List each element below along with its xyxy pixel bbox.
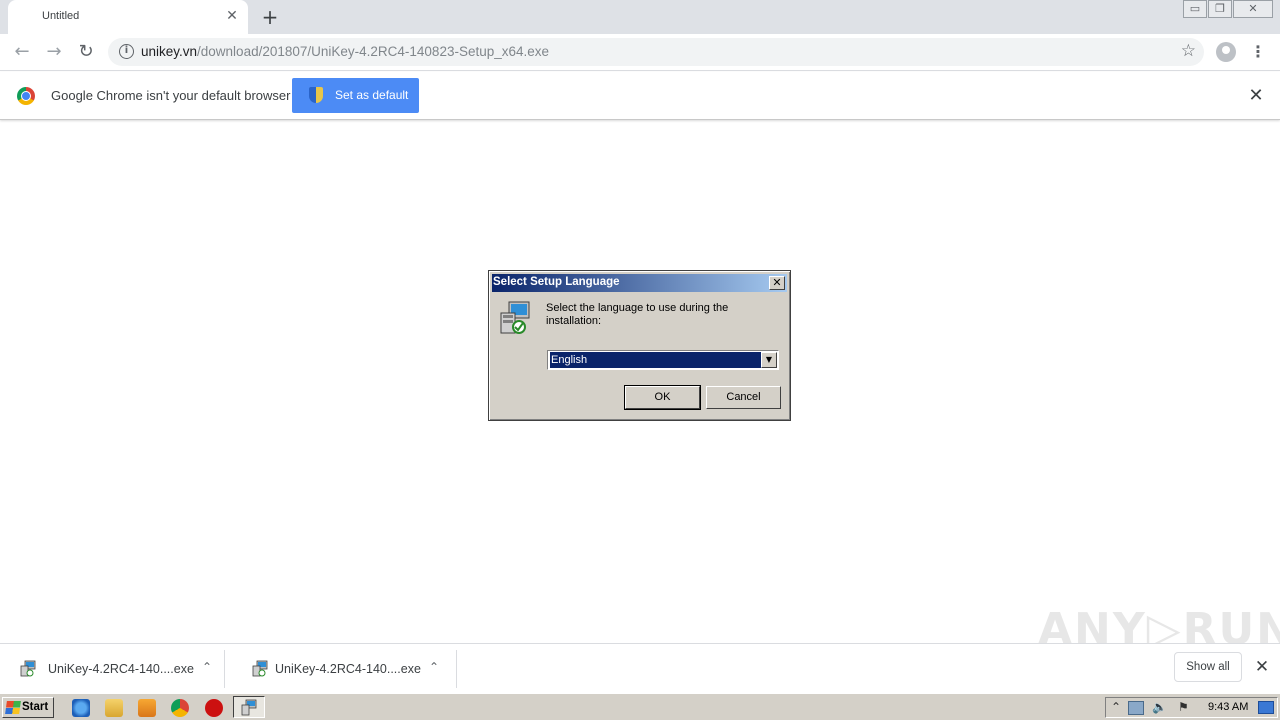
chrome-logo-icon (17, 87, 35, 105)
chrome-taskbar-icon[interactable] (171, 699, 189, 717)
address-bar[interactable]: i unikey.vn/download/201807/UniKey-4.2RC… (108, 38, 1204, 66)
tab-close-icon[interactable]: ✕ (224, 8, 240, 24)
opera-icon[interactable] (205, 699, 223, 717)
clock[interactable]: 9:43 AM (1208, 701, 1248, 713)
tab-strip: Untitled ✕ + ▭ ❐ ✕ (0, 0, 1280, 34)
download-filename: UniKey-4.2RC4-140....exe (275, 662, 421, 676)
tab-untitled[interactable]: Untitled ✕ (8, 0, 248, 34)
new-tab-plus-icon[interactable]: + (258, 5, 282, 29)
default-browser-infobar: Google Chrome isn't your default browser… (0, 72, 1280, 120)
uac-shield-icon (309, 87, 323, 103)
installer-file-icon (252, 660, 268, 677)
language-selected-value: English (550, 352, 761, 368)
site-info-icon[interactable]: i (119, 44, 134, 59)
tray-expand-icon[interactable]: ⌃ (1111, 700, 1121, 714)
url-path: /download/201807/UniKey-4.2RC4-140823-Se… (197, 44, 550, 59)
profile-avatar-icon[interactable] (1216, 42, 1236, 62)
download-item[interactable]: UniKey-4.2RC4-140....exe ⌃ (0, 650, 225, 688)
tab-title: Untitled (42, 10, 80, 22)
set-as-default-label: Set as default (335, 88, 409, 102)
windows-taskbar: Start ⌃ 🔈 ⚑ 9:43 AM (0, 693, 1280, 720)
dropdown-arrow-icon[interactable]: ▼ (761, 352, 777, 368)
dialog-title: Select Setup Language (493, 276, 620, 288)
download-filename: UniKey-4.2RC4-140....exe (48, 662, 194, 676)
installer-icon (500, 301, 530, 334)
forward-arrow-icon[interactable]: → (42, 40, 66, 64)
speaker-icon[interactable]: 🔈 (1152, 700, 1167, 714)
kebab-menu-icon[interactable]: ⋮ (1250, 42, 1266, 62)
browser-toolbar: ← → ↻ i unikey.vn/download/201807/UniKey… (0, 34, 1280, 71)
chevron-up-icon[interactable]: ⌃ (426, 659, 442, 675)
ok-button[interactable]: OK (624, 385, 701, 410)
bookmark-star-icon[interactable]: ☆ (1181, 41, 1196, 61)
start-button[interactable]: Start (2, 697, 54, 718)
installer-taskbar-icon (241, 699, 257, 716)
dialog-title-bar[interactable]: Select Setup Language ✕ (492, 274, 787, 292)
system-tray: ⌃ 🔈 ⚑ 9:43 AM (1105, 697, 1278, 718)
dialog-close-icon[interactable]: ✕ (769, 276, 785, 290)
dialog-message: Select the language to use during the in… (546, 302, 729, 327)
action-center-flag-icon[interactable]: ⚑ (1178, 700, 1189, 714)
cancel-button[interactable]: Cancel (706, 386, 781, 409)
set-as-default-button[interactable]: Set as default (292, 78, 419, 113)
download-item[interactable]: UniKey-4.2RC4-140....exe ⌃ (232, 650, 457, 688)
select-language-dialog: Select Setup Language ✕ Select the langu… (488, 270, 791, 421)
setup-taskbar-button[interactable] (233, 696, 265, 718)
show-desktop-icon[interactable] (1258, 701, 1274, 714)
chevron-up-icon[interactable]: ⌃ (199, 659, 215, 675)
internet-explorer-icon[interactable] (72, 699, 90, 717)
download-shelf: UniKey-4.2RC4-140....exe ⌃ UniKey-4.2RC4… (0, 643, 1280, 693)
window-close-icon[interactable]: ✕ (1233, 0, 1273, 18)
reload-icon[interactable]: ↻ (74, 40, 98, 64)
media-player-icon[interactable] (138, 699, 156, 717)
installer-file-icon (20, 660, 36, 677)
restore-icon[interactable]: ❐ (1208, 0, 1232, 18)
minimize-icon[interactable]: ▭ (1183, 0, 1207, 18)
infobar-close-icon[interactable]: ✕ (1246, 86, 1266, 106)
language-select[interactable]: English ▼ (547, 350, 779, 370)
shelf-close-icon[interactable]: ✕ (1252, 657, 1272, 677)
show-all-button[interactable]: Show all (1174, 652, 1242, 682)
start-label: Start (22, 701, 49, 713)
url-text[interactable]: unikey.vn/download/201807/UniKey-4.2RC4-… (141, 44, 549, 59)
folder-icon[interactable] (105, 699, 123, 717)
network-icon[interactable] (1128, 701, 1144, 715)
infobar-message: Google Chrome isn't your default browser (51, 88, 291, 103)
screen: Untitled ✕ + ▭ ❐ ✕ ← → ↻ i unikey.vn/dow… (0, 0, 1280, 720)
back-arrow-icon[interactable]: ← (10, 40, 34, 64)
windows-flag-icon (5, 701, 21, 714)
url-host: unikey.vn (141, 44, 198, 59)
